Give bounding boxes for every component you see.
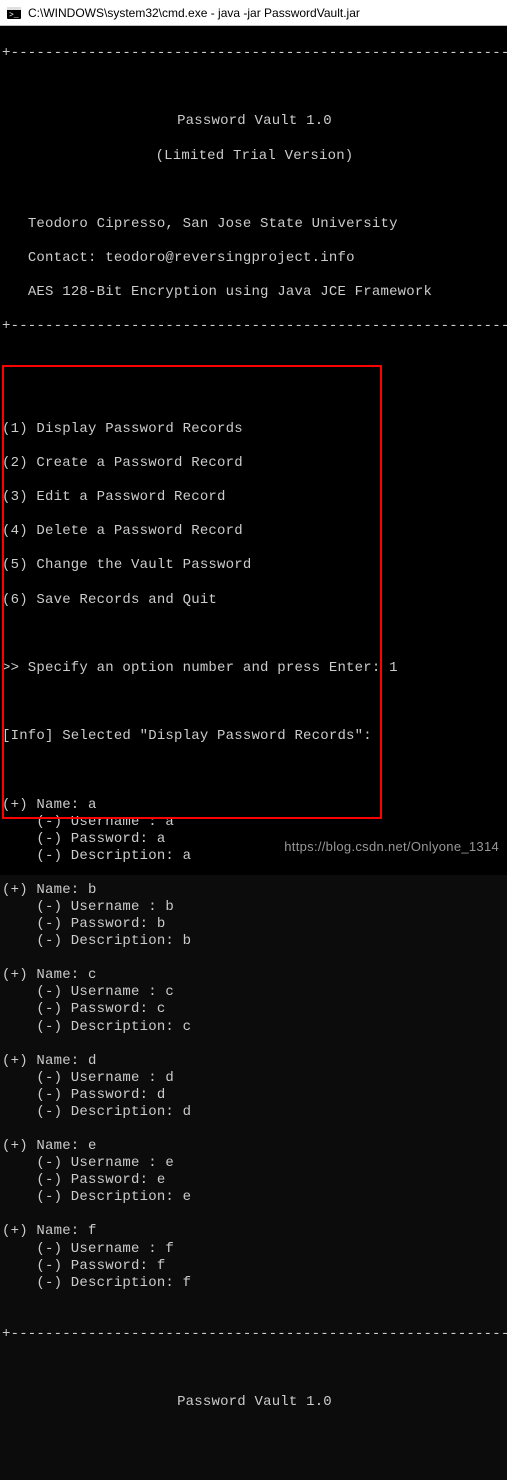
record-password: (-) Password: f: [2, 1258, 507, 1275]
banner-rule-top: +---------------------------------------…: [2, 45, 507, 62]
blank: [2, 1121, 507, 1138]
record-username: (-) Username : c: [2, 984, 507, 1001]
blank: [2, 1360, 507, 1377]
record-name: (+) Name: f: [2, 1223, 507, 1240]
menu-item: (3) Edit a Password Record: [2, 489, 507, 506]
record-description: (-) Description: c: [2, 1019, 507, 1036]
record-description: (-) Description: b: [2, 933, 507, 950]
record-name: (+) Name: d: [2, 1053, 507, 1070]
watermark-text: https://blog.csdn.net/Onlyone_1314: [284, 839, 499, 855]
blank: [2, 387, 507, 404]
banner-contact: Contact: teodoro@reversingproject.info: [2, 250, 507, 267]
blank: [2, 626, 507, 643]
record-password: (-) Password: d: [2, 1087, 507, 1104]
record-name: (+) Name: e: [2, 1138, 507, 1155]
blank: [2, 694, 507, 711]
record-name: (+) Name: a: [2, 797, 507, 814]
record-username: (-) Username : f: [2, 1241, 507, 1258]
info-line: [Info] Selected "Display Password Record…: [2, 728, 507, 745]
record-name: (+) Name: c: [2, 967, 507, 984]
menu-item: (5) Change the Vault Password: [2, 557, 507, 574]
record-name: (+) Name: b: [2, 882, 507, 899]
blank: [2, 182, 507, 199]
footer-rule: +---------------------------------------…: [2, 1326, 507, 1343]
svg-text:>_: >_: [9, 11, 19, 20]
record-description: (-) Description: d: [2, 1104, 507, 1121]
prompt-input-value: 1: [389, 660, 398, 676]
banner-title: Password Vault 1.0: [2, 113, 507, 130]
record-description: (-) Description: e: [2, 1189, 507, 1206]
banner-subtitle: (Limited Trial Version): [2, 148, 507, 165]
terminal-output[interactable]: +---------------------------------------…: [0, 26, 507, 875]
menu-item: (1) Display Password Records: [2, 421, 507, 438]
record-description: (-) Description: f: [2, 1275, 507, 1292]
window-title: C:\WINDOWS\system32\cmd.exe - java -jar …: [28, 6, 360, 20]
blank: [2, 79, 507, 96]
banner-rule-bottom: +---------------------------------------…: [2, 318, 507, 335]
menu-item: (2) Create a Password Record: [2, 455, 507, 472]
banner-author: Teodoro Cipresso, San Jose State Univers…: [2, 216, 507, 233]
cmd-icon: >_: [6, 5, 22, 21]
blank: [2, 1036, 507, 1053]
record-username: (-) Username : d: [2, 1070, 507, 1087]
blank: [2, 950, 507, 967]
record-username: (-) Username : b: [2, 899, 507, 916]
window-titlebar[interactable]: >_ C:\WINDOWS\system32\cmd.exe - java -j…: [0, 0, 507, 26]
banner-crypto: AES 128-Bit Encryption using Java JCE Fr…: [2, 284, 507, 301]
blank: [2, 352, 507, 369]
menu-item: (6) Save Records and Quit: [2, 592, 507, 609]
record-username: (-) Username : a: [2, 814, 507, 831]
record-password: (-) Password: c: [2, 1001, 507, 1018]
record-username: (-) Username : e: [2, 1155, 507, 1172]
menu-item: (4) Delete a Password Record: [2, 523, 507, 540]
footer-title: Password Vault 1.0: [2, 1394, 507, 1411]
blank: [2, 762, 507, 779]
record-password: (-) Password: b: [2, 916, 507, 933]
blank: [2, 865, 507, 882]
prompt-line[interactable]: >> Specify an option number and press En…: [2, 660, 507, 677]
record-password: (-) Password: e: [2, 1172, 507, 1189]
blank: [2, 1206, 507, 1223]
blank: [2, 1292, 507, 1309]
